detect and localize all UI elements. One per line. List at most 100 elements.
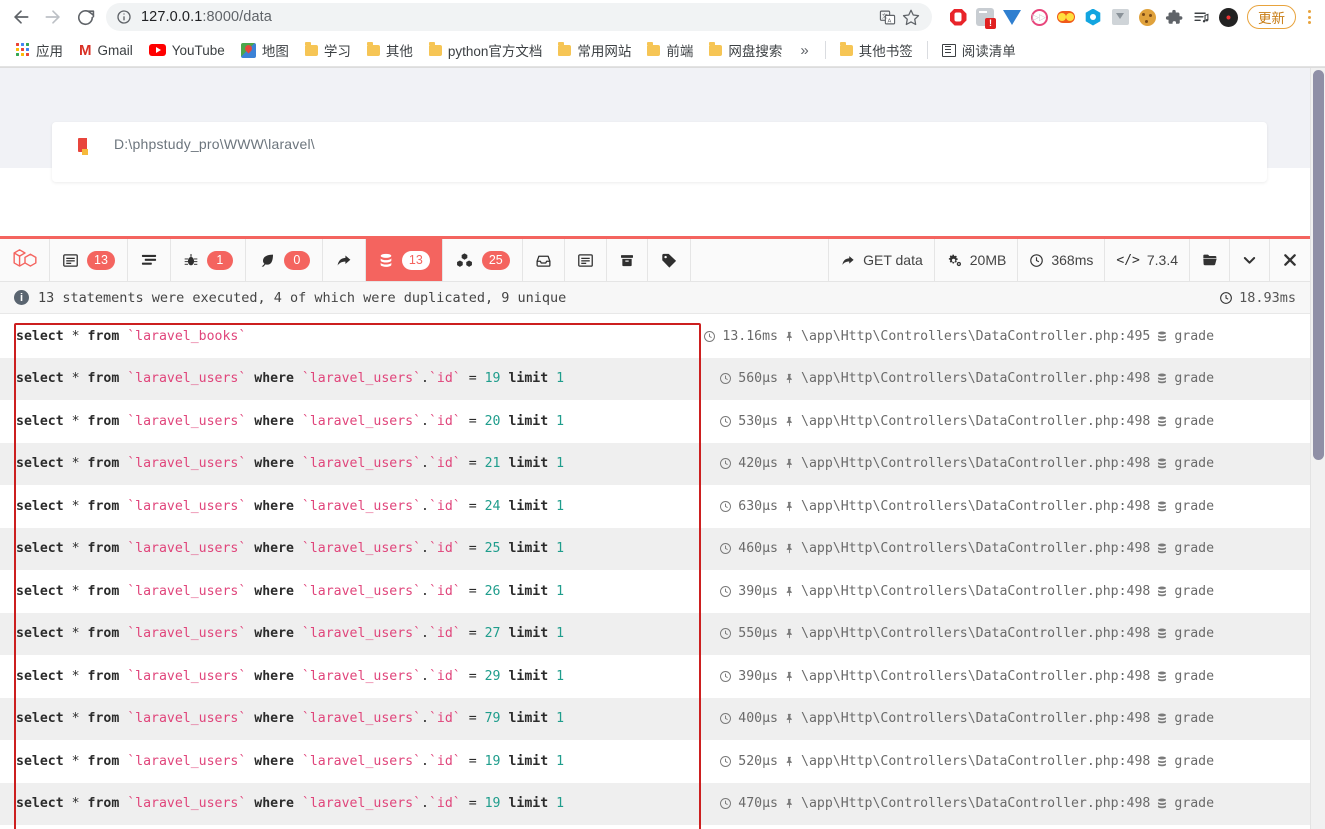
forward-button[interactable] xyxy=(38,2,68,32)
query-sql: select * from `laravel_users` where `lar… xyxy=(16,668,565,684)
fast-forward-ring-icon[interactable]: ▷▷ xyxy=(1027,5,1051,29)
query-source-file[interactable]: \app\Http\Controllers\DataController.php… xyxy=(784,329,1150,344)
tab-models[interactable]: 25 xyxy=(443,239,523,281)
kebab-menu-icon[interactable] xyxy=(1299,5,1319,29)
tab-views[interactable]: 0 xyxy=(246,239,323,281)
adblock-stop-icon[interactable] xyxy=(946,5,970,29)
translate-icon[interactable]: 文A xyxy=(876,6,898,28)
query-meta: 520µs \app\Http\Controllers\DataControlle… xyxy=(700,754,1310,769)
puzzle-extensions-icon[interactable] xyxy=(1162,5,1186,29)
query-source-file[interactable]: \app\Http\Controllers\DataController.php… xyxy=(784,371,1150,386)
query-source-file[interactable]: \app\Http\Controllers\DataController.php… xyxy=(784,414,1150,429)
query-row[interactable]: select * from `laravel_users` where `lar… xyxy=(0,527,1310,570)
url-text: 127.0.0.1:8000/data xyxy=(141,9,870,25)
debugbar-php-version[interactable]: </> 7.3.4 xyxy=(1105,239,1190,281)
query-source-file[interactable]: \app\Http\Controllers\DataController.php… xyxy=(784,711,1150,726)
query-row[interactable]: select * from `laravel_users` where `lar… xyxy=(0,357,1310,400)
debugbar-time-info[interactable]: 368ms xyxy=(1018,239,1106,281)
tab-exceptions[interactable]: 1 xyxy=(171,239,246,281)
gmail-icon: M xyxy=(79,41,92,59)
query-list[interactable]: select * from `laravel_books` 13.16ms \app… xyxy=(0,315,1310,829)
pin-icon xyxy=(784,585,795,598)
query-row[interactable]: select * from `laravel_users` where `lar… xyxy=(0,825,1310,829)
reading-list-button[interactable]: 阅读清单 xyxy=(934,37,1024,63)
bookmark-folder-python-docs[interactable]: python官方文档 xyxy=(421,37,551,63)
query-row[interactable]: select * from `laravel_users` where `lar… xyxy=(0,400,1310,443)
tab-mails[interactable] xyxy=(523,239,565,281)
clock-icon xyxy=(719,457,732,470)
v-shape-icon[interactable] xyxy=(1000,5,1024,29)
query-source-file[interactable]: \app\Http\Controllers\DataController.php… xyxy=(784,626,1150,641)
tab-session[interactable] xyxy=(607,239,648,281)
scrollbar-thumb[interactable] xyxy=(1313,70,1324,460)
pin-icon xyxy=(784,755,795,768)
address-bar[interactable]: 127.0.0.1:8000/data 文A xyxy=(106,3,932,31)
bookmark-folder-common-sites[interactable]: 常用网站 xyxy=(550,37,639,63)
query-source-file[interactable]: \app\Http\Controllers\DataController.php… xyxy=(784,499,1150,514)
query-duration-value: 470µs xyxy=(738,796,778,812)
reload-button[interactable] xyxy=(70,2,100,32)
tab-gate[interactable] xyxy=(648,239,691,281)
query-source-file[interactable]: \app\Http\Controllers\DataController.php… xyxy=(784,754,1150,769)
minimize-button[interactable] xyxy=(1230,239,1270,281)
bug-icon xyxy=(183,252,199,269)
bookmark-folder-frontend[interactable]: 前端 xyxy=(639,37,701,63)
query-row[interactable]: select * from `laravel_books` 13.16ms \app… xyxy=(0,315,1310,358)
infinity-icon[interactable] xyxy=(1054,5,1078,29)
bookmark-maps[interactable]: 地图 xyxy=(233,37,297,63)
query-source-file[interactable]: \app\Http\Controllers\DataController.php… xyxy=(784,456,1150,471)
query-row[interactable]: select * from `laravel_users` where `lar… xyxy=(0,655,1310,698)
close-button[interactable] xyxy=(1270,239,1310,281)
query-connection: grade xyxy=(1156,626,1214,641)
other-bookmarks-button[interactable]: 其他书签 xyxy=(832,37,921,63)
bookmarks-overflow-button[interactable]: » xyxy=(790,42,818,59)
bookmark-folder-netdisk-search[interactable]: 网盘搜索 xyxy=(701,37,790,63)
query-source-file[interactable]: \app\Http\Controllers\DataController.php… xyxy=(784,584,1150,599)
playlist-music-icon[interactable] xyxy=(1189,5,1213,29)
query-sql: select * from `laravel_users` where `lar… xyxy=(16,711,565,727)
route-arrow-icon xyxy=(335,252,353,269)
tab-route[interactable] xyxy=(323,239,366,281)
query-row[interactable]: select * from `laravel_users` where `lar… xyxy=(0,782,1310,825)
debugbar-route-info[interactable]: GET data xyxy=(829,239,935,281)
archive-icon xyxy=(619,252,635,269)
download-helper-icon[interactable] xyxy=(1108,5,1132,29)
page-scrollbar[interactable] xyxy=(1310,68,1325,829)
query-row[interactable]: select * from `laravel_users` where `lar… xyxy=(0,485,1310,528)
bookmark-gmail[interactable]: M Gmail xyxy=(71,40,141,61)
bookmark-youtube[interactable]: YouTube xyxy=(141,40,233,61)
tab-queries[interactable]: 13 xyxy=(365,239,443,281)
query-row[interactable]: select * from `laravel_users` where `lar… xyxy=(0,570,1310,613)
open-storage-button[interactable] xyxy=(1190,239,1230,281)
screen-recorder-icon[interactable] xyxy=(1216,5,1240,29)
tab-timeline[interactable] xyxy=(128,239,171,281)
database-icon xyxy=(1156,415,1168,428)
cookie-icon[interactable] xyxy=(1135,5,1159,29)
query-meta: 550µs \app\Http\Controllers\DataControlle… xyxy=(700,626,1310,641)
query-source-file[interactable]: \app\Http\Controllers\DataController.php… xyxy=(784,541,1150,556)
query-source-file[interactable]: \app\Http\Controllers\DataController.php… xyxy=(784,669,1150,684)
debugbar-memory-info[interactable]: 20MB xyxy=(935,239,1019,281)
query-connection-name: grade xyxy=(1174,328,1215,344)
back-button[interactable] xyxy=(6,2,36,32)
query-connection-name: grade xyxy=(1174,456,1215,472)
update-button[interactable]: 更新 xyxy=(1247,5,1296,29)
star-icon[interactable] xyxy=(900,6,922,28)
query-row[interactable]: select * from `laravel_users` where `lar… xyxy=(0,612,1310,655)
cogs-icon xyxy=(946,253,963,268)
bookmark-folder-other[interactable]: 其他 xyxy=(359,37,421,63)
query-row[interactable]: select * from `laravel_users` where `lar… xyxy=(0,697,1310,740)
query-source-file[interactable]: \app\Http\Controllers\DataController.php… xyxy=(784,796,1150,811)
extension-tray: ▷▷ 更新 xyxy=(940,5,1319,29)
url-path: :8000/data xyxy=(202,9,272,25)
query-row[interactable]: select * from `laravel_users` where `lar… xyxy=(0,740,1310,783)
tab-messages[interactable]: 13 xyxy=(50,239,128,281)
document-warning-icon[interactable] xyxy=(973,5,997,29)
bookmark-apps[interactable]: 应用 xyxy=(8,37,71,63)
query-row[interactable]: select * from `laravel_users` where `lar… xyxy=(0,442,1310,485)
hexagon-icon[interactable] xyxy=(1081,5,1105,29)
bookmark-folder-study[interactable]: 学习 xyxy=(297,37,359,63)
query-sql: select * from `laravel_users` where `lar… xyxy=(16,796,565,812)
tab-request[interactable] xyxy=(565,239,607,281)
site-info-icon[interactable] xyxy=(116,9,132,25)
